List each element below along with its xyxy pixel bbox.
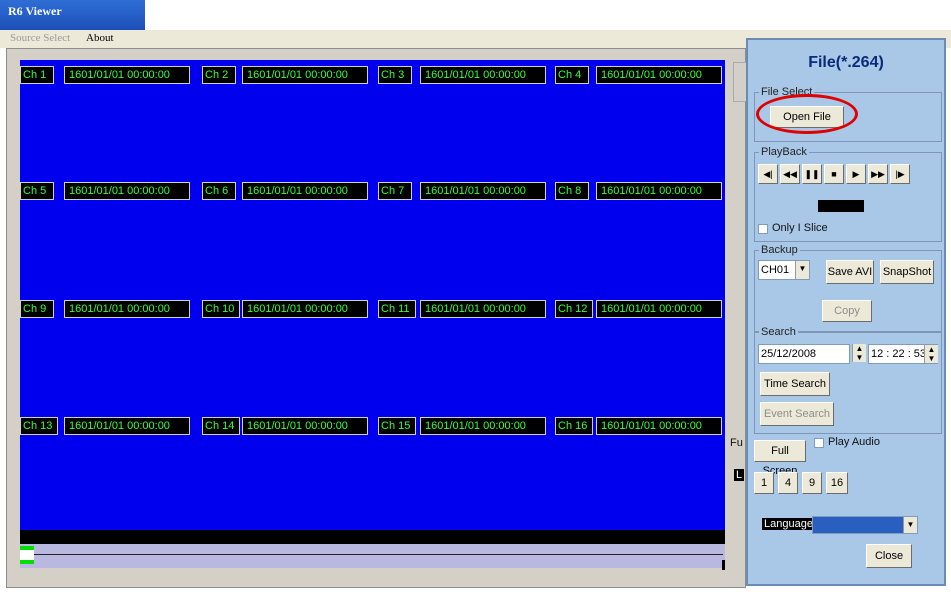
time-search-button[interactable]: Time Search: [760, 372, 830, 396]
channel-time-6: 1601/01/01 00:00:00: [242, 182, 368, 200]
channel-label-13: Ch 13: [20, 417, 58, 435]
menu-source-select[interactable]: Source Select: [10, 32, 70, 44]
step-forward-icon[interactable]: |▶: [890, 164, 910, 184]
split-9-button[interactable]: 9: [802, 472, 822, 494]
split-1-button[interactable]: 1: [754, 472, 774, 494]
split-16-button[interactable]: 16: [826, 472, 848, 494]
slider-line: [34, 554, 723, 555]
time-spinner-icon[interactable]: ▲ ▼: [924, 345, 938, 363]
channel-label-10: Ch 10: [202, 300, 240, 318]
play-audio-label: Play Audio: [828, 436, 880, 448]
channel-label-7: Ch 7: [378, 182, 412, 200]
full-screen-button[interactable]: Full Screen: [754, 440, 806, 477]
ghost-l-label: L: [734, 469, 745, 481]
channel-time-3: 1601/01/01 00:00:00: [420, 66, 546, 84]
play-icon[interactable]: ▶: [846, 164, 866, 184]
channel-time-12: 1601/01/01 00:00:00: [596, 300, 722, 318]
chevron-down-icon[interactable]: ▼: [795, 261, 809, 279]
channel-label-2: Ch 2: [202, 66, 236, 84]
playback-label: PlayBack: [759, 146, 809, 158]
channel-label-11: Ch 11: [378, 300, 416, 318]
snapshot-button[interactable]: SnapShot: [880, 260, 934, 284]
step-back-icon[interactable]: ◀|: [758, 164, 778, 184]
language-select[interactable]: ▼: [812, 516, 918, 534]
menu-about[interactable]: About: [86, 32, 114, 44]
slider-thumb[interactable]: [20, 546, 34, 564]
channel-label-1: Ch 1: [20, 66, 54, 84]
channel-label-3: Ch 3: [378, 66, 412, 84]
channel-time-11: 1601/01/01 00:00:00: [420, 300, 546, 318]
playback-slider[interactable]: [20, 544, 725, 568]
channel-label-8: Ch 8: [555, 182, 589, 200]
control-panel: File(*.264) File Select Open File PlayBa…: [746, 38, 946, 586]
channel-time-8: 1601/01/01 00:00:00: [596, 182, 722, 200]
search-time-value: 12 : 22 : 53: [871, 348, 927, 360]
copy-button[interactable]: Copy: [822, 300, 872, 322]
window-title: R6 Viewer: [0, 0, 145, 30]
video-grid: Ch 1 1601/01/01 00:00:00 Ch 2 1601/01/01…: [20, 60, 725, 530]
slider-end-marker: [722, 560, 725, 570]
channel-label-4: Ch 4: [555, 66, 589, 84]
channel-time-5: 1601/01/01 00:00:00: [64, 182, 190, 200]
backup-channel-value: CH01: [761, 264, 790, 276]
search-label: Search: [759, 326, 798, 338]
split-4-button[interactable]: 4: [778, 472, 798, 494]
event-search-button[interactable]: Event Search: [760, 402, 834, 426]
channel-time-1: 1601/01/01 00:00:00: [64, 66, 190, 84]
search-date-field[interactable]: 25/12/2008: [758, 344, 850, 364]
timeline-bar: [20, 530, 725, 544]
date-spinner-icon[interactable]: ▲ ▼: [852, 344, 866, 362]
channel-label-6: Ch 6: [202, 182, 236, 200]
chevron-down-icon[interactable]: ▼: [903, 517, 917, 533]
channel-label-15: Ch 15: [378, 417, 416, 435]
channel-time-15: 1601/01/01 00:00:00: [420, 417, 546, 435]
search-date-value: 25/12/2008: [761, 348, 817, 360]
pause-icon[interactable]: ❚❚: [802, 164, 822, 184]
language-label: Language: [762, 518, 815, 530]
rewind-icon[interactable]: ◀◀: [780, 164, 800, 184]
speed-indicator: [818, 200, 864, 212]
highlight-ring: [756, 94, 858, 134]
channel-time-2: 1601/01/01 00:00:00: [242, 66, 368, 84]
close-button[interactable]: Close: [866, 544, 912, 568]
channel-time-7: 1601/01/01 00:00:00: [420, 182, 546, 200]
only-i-slice-checkbox[interactable]: [758, 224, 768, 234]
stop-icon[interactable]: ■: [824, 164, 844, 184]
channel-time-4: 1601/01/01 00:00:00: [596, 66, 722, 84]
channel-label-14: Ch 14: [202, 417, 240, 435]
save-avi-button[interactable]: Save AVI: [826, 260, 874, 284]
backup-channel-select[interactable]: CH01 ▼: [758, 260, 810, 280]
only-i-slice-label: Only I Slice: [772, 222, 828, 234]
channel-time-9: 1601/01/01 00:00:00: [64, 300, 190, 318]
panel-title: File(*.264): [808, 54, 884, 71]
channel-time-14: 1601/01/01 00:00:00: [242, 417, 368, 435]
channel-label-9: Ch 9: [20, 300, 54, 318]
play-audio-checkbox[interactable]: [814, 438, 824, 448]
channel-time-16: 1601/01/01 00:00:00: [596, 417, 722, 435]
channel-time-13: 1601/01/01 00:00:00: [64, 417, 190, 435]
channel-label-5: Ch 5: [20, 182, 54, 200]
channel-label-12: Ch 12: [555, 300, 593, 318]
backup-label: Backup: [759, 244, 800, 256]
fast-forward-icon[interactable]: ▶▶: [868, 164, 888, 184]
ghost-fu-label: Fu: [730, 437, 743, 449]
channel-time-10: 1601/01/01 00:00:00: [242, 300, 368, 318]
channel-label-16: Ch 16: [555, 417, 593, 435]
